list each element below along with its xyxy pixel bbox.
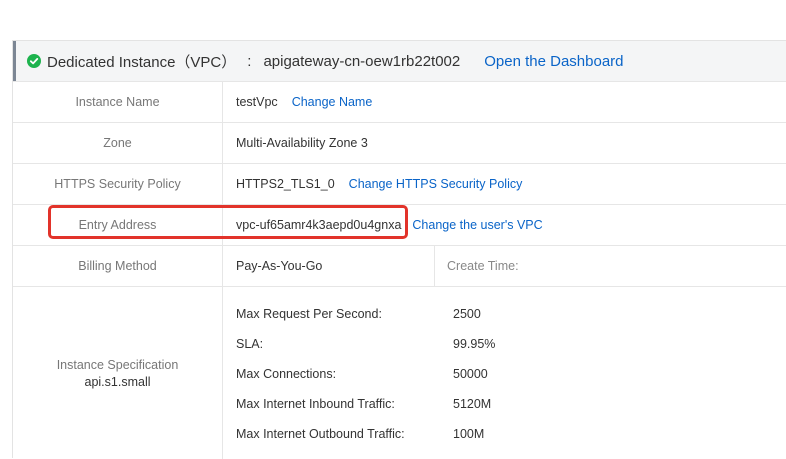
instance-header: Dedicated Instance（VPC） : apigateway-cn-… <box>13 41 786 81</box>
billing-row: Billing Method Pay-As-You-Go Create Time… <box>13 245 786 286</box>
create-time-cell: Create Time: <box>434 246 519 286</box>
check-circle-icon <box>27 54 41 68</box>
instance-spec-label: Instance Specification <box>56 357 179 372</box>
https-policy-label: HTTPS Security Policy <box>13 164 223 204</box>
spec-item-value: 5120M <box>453 397 492 411</box>
open-dashboard-link[interactable]: Open the Dashboard <box>484 53 623 70</box>
spec-item-value: 99.95% <box>453 337 496 351</box>
instance-name-label: Instance Name <box>13 82 223 122</box>
entry-address-value-cell: vpc-uf65amr4k3aepd0u4gnxa Change the use… <box>236 205 543 245</box>
spec-item-name: Max Internet Outbound Traffic: <box>236 427 405 441</box>
spec-item-name: SLA: <box>236 337 264 351</box>
instance-spec-type: api.s1.small <box>84 374 151 389</box>
instance-type-title: Dedicated Instance（VPC） <box>47 53 237 71</box>
change-https-policy-link[interactable]: Change HTTPS Security Policy <box>349 177 523 191</box>
instance-spec-label-cell: Instance Specification api.s1.small <box>13 287 223 459</box>
instance-name-row: Instance Name testVpc Change Name <box>13 81 786 122</box>
create-time-label: Create Time: <box>447 259 519 273</box>
zone-label: Zone <box>13 123 223 163</box>
zone-value: Multi-Availability Zone 3 <box>236 136 368 150</box>
https-policy-row: HTTPS Security Policy HTTPS2_TLS1_0 Chan… <box>13 163 786 204</box>
change-name-link[interactable]: Change Name <box>292 95 373 109</box>
billing-method-label: Billing Method <box>13 246 223 286</box>
entry-address-value: vpc-uf65amr4k3aepd0u4gnxa <box>236 218 402 232</box>
https-policy-value-cell: HTTPS2_TLS1_0 Change HTTPS Security Poli… <box>236 164 522 204</box>
zone-row: Zone Multi-Availability Zone 3 <box>13 122 786 163</box>
spec-item-name: Max Connections: <box>236 367 337 381</box>
entry-address-label: Entry Address <box>13 205 223 245</box>
zone-value-cell: Multi-Availability Zone 3 <box>236 123 368 163</box>
instance-name-value-cell: testVpc Change Name <box>236 82 372 122</box>
https-policy-value: HTTPS2_TLS1_0 <box>236 177 335 191</box>
header-separator: : <box>247 52 252 70</box>
entry-address-row: Entry Address vpc-uf65amr4k3aepd0u4gnxa … <box>13 204 786 245</box>
instance-name-value: testVpc <box>236 95 278 109</box>
billing-method-value: Pay-As-You-Go <box>236 259 323 273</box>
spec-item-name: Max Internet Inbound Traffic: <box>236 397 395 411</box>
instance-spec-row: Instance Specification api.s1.small Max … <box>13 286 786 459</box>
spec-item-value: 50000 <box>453 367 488 381</box>
spec-item-value: 100M <box>453 427 485 441</box>
spec-item-name: Max Request Per Second: <box>236 307 382 321</box>
billing-value-cell: Pay-As-You-Go <box>236 246 322 286</box>
change-vpc-link[interactable]: Change the user's VPC <box>412 218 542 232</box>
spec-item-value: 2500 <box>453 307 481 321</box>
instance-id: apigateway-cn-oew1rb22t002 <box>263 52 461 70</box>
instance-info-panel: Dedicated Instance（VPC） : apigateway-cn-… <box>12 40 786 459</box>
